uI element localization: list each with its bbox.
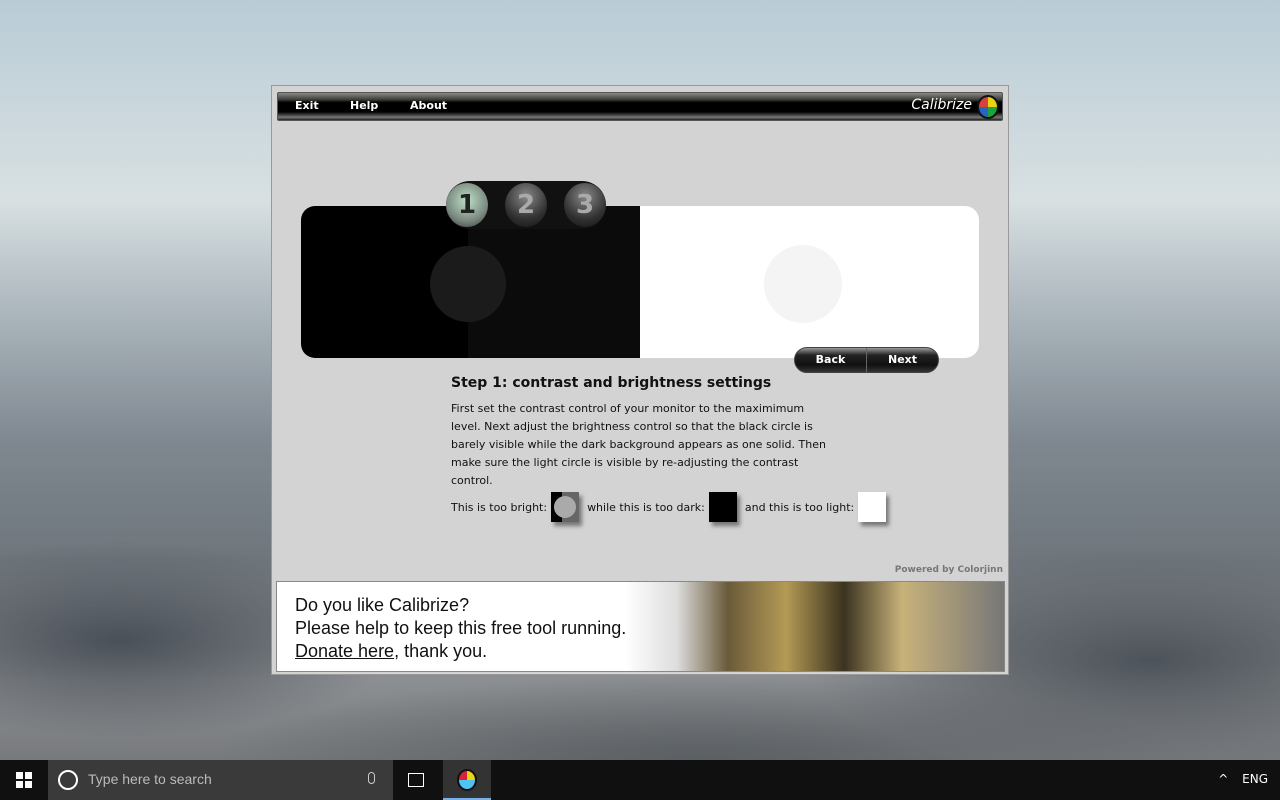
too-light-label: and this is too light: <box>744 500 855 514</box>
too-bright-label: This is too bright: <box>451 500 548 514</box>
back-button[interactable]: Back <box>795 348 867 372</box>
calibrize-taskbar-button[interactable] <box>443 760 491 800</box>
menu-bar: Exit Help About Calibrize <box>277 92 1003 121</box>
step-description: First set the contrast control of your m… <box>451 402 826 487</box>
microphone-icon[interactable] <box>368 772 375 784</box>
contrast-test-panel <box>301 206 979 358</box>
banner-line-2: Please help to keep this free tool runni… <box>295 618 627 638</box>
windows-start-icon[interactable] <box>16 772 32 788</box>
banner-line-3: , thank you. <box>394 641 488 661</box>
taskbar-search[interactable]: Type here to search <box>48 760 393 800</box>
app-brand: Calibrize <box>911 97 972 113</box>
language-indicator[interactable]: ENG <box>1242 772 1268 786</box>
powered-by: Powered by Colorjinn <box>894 565 1003 575</box>
too-dark-label: while this is too dark: <box>587 500 705 514</box>
task-view-icon[interactable] <box>408 773 424 787</box>
cortana-icon <box>58 770 78 790</box>
calibrize-logo-icon <box>977 95 999 119</box>
too-bright-swatch <box>551 492 580 522</box>
nav-buttons: Back Next <box>794 347 939 373</box>
step-3[interactable]: 3 <box>564 183 606 227</box>
search-input[interactable]: Type here to search <box>88 771 212 787</box>
step-1[interactable]: 1 <box>446 183 488 227</box>
donate-link[interactable]: Donate here <box>295 641 394 661</box>
menu-exit[interactable]: Exit <box>295 99 319 112</box>
menu-help[interactable]: Help <box>350 99 378 112</box>
light-circle <box>764 245 842 323</box>
next-button[interactable]: Next <box>867 348 938 372</box>
taskbar: Type here to search ^ ENG <box>0 760 1280 800</box>
menu-about[interactable]: About <box>410 99 447 112</box>
too-dark-swatch <box>708 492 737 522</box>
calibrize-window: Exit Help About Calibrize 1 2 3 Back Nex… <box>271 85 1009 675</box>
examples-row: This is too bright: while this is too da… <box>451 492 894 522</box>
black-circle <box>430 246 506 322</box>
system-tray: ^ ENG <box>1218 772 1268 786</box>
donate-banner: Do you like Calibrize? Please help to ke… <box>276 581 1005 672</box>
banner-line-1: Do you like Calibrize? <box>295 595 470 615</box>
step-title: Step 1: contrast and brightness settings <box>451 375 772 391</box>
chevron-up-icon[interactable]: ^ <box>1218 772 1228 786</box>
too-light-swatch <box>858 492 887 522</box>
step-2[interactable]: 2 <box>505 183 547 227</box>
